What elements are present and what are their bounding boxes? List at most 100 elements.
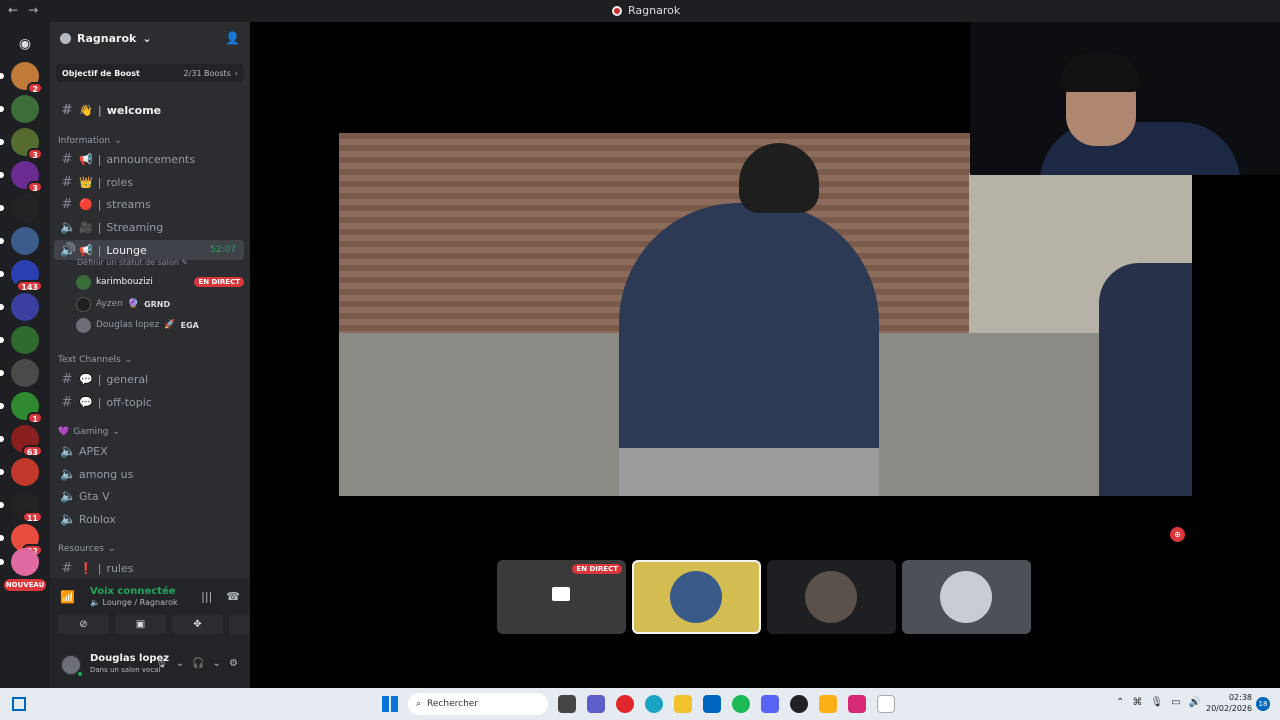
volume-icon[interactable]: 🔊	[1189, 697, 1201, 708]
channel-lounge[interactable]: 🔊 📢 | Lounge 52:07	[54, 240, 244, 260]
category-information[interactable]: Information ⌄	[58, 136, 122, 146]
channel-off-topic[interactable]: # 💬 | off-topic	[54, 392, 244, 412]
server-icon[interactable]	[0, 95, 39, 123]
rocket-icon: 🚀	[164, 320, 176, 330]
headphones-icon[interactable]: 🎧	[192, 658, 204, 669]
unread-indicator	[0, 304, 4, 310]
channel-status-prompt[interactable]: Définir un statut de salon ✎	[77, 258, 188, 267]
hash-icon: #	[61, 196, 73, 212]
chevron-down-icon: ⌄	[142, 31, 152, 45]
file-explorer-icon[interactable]	[674, 695, 692, 713]
category-resources[interactable]: Resources ⌄	[58, 544, 116, 554]
screen-share-button[interactable]: ▣	[115, 615, 166, 634]
discord-home-icon[interactable]: ◉	[11, 30, 39, 58]
windows-start-icon[interactable]	[382, 696, 398, 712]
live-stream-icon[interactable]: ⊕	[1170, 527, 1185, 542]
server-icon[interactable]	[0, 194, 39, 222]
activities-button[interactable]: ✥	[172, 615, 223, 634]
server-icon[interactable]	[0, 458, 39, 486]
notification-badge[interactable]: 18	[1256, 697, 1270, 711]
unread-indicator	[0, 139, 4, 145]
channel-rules[interactable]: # ❗ | rules	[54, 558, 244, 578]
github-icon[interactable]	[790, 695, 808, 713]
spotify-icon[interactable]	[732, 695, 750, 713]
add-member-icon[interactable]: 👤	[225, 31, 240, 45]
channel-roblox[interactable]: 🔈 Roblox	[54, 509, 244, 529]
server-icon[interactable]: 3	[0, 128, 43, 160]
channel-general[interactable]: # 💬 | general	[54, 369, 244, 389]
gear-icon[interactable]: ⚙	[229, 658, 238, 669]
voice-member[interactable]: Ayzen 🔮 GRND	[76, 295, 244, 313]
channel-announcements[interactable]: # 📢 | announcements	[54, 149, 244, 169]
display-icon[interactable]: ▭	[1171, 697, 1180, 708]
edge-icon[interactable]	[645, 695, 663, 713]
taskbar-search[interactable]: ⌕ Rechercher	[408, 693, 548, 715]
instagram-icon[interactable]	[848, 695, 866, 713]
channel-welcome[interactable]: # 👋 | welcome	[54, 100, 244, 120]
voice-location: 🔈 Lounge / Ragnarok	[90, 598, 178, 607]
participant-tile[interactable]	[902, 560, 1031, 634]
noise-suppression-icon[interactable]: |||	[201, 590, 212, 603]
unread-indicator	[0, 502, 4, 508]
chevron-up-icon[interactable]: ⌃	[1116, 697, 1124, 708]
category-text-channels[interactable]: Text Channels ⌄	[58, 355, 132, 365]
voice-member[interactable]: karimbouzizi EN DIRECT	[76, 273, 244, 291]
chevron-down-icon[interactable]: ⌄	[213, 658, 221, 669]
pencil-icon: ✎	[181, 258, 189, 267]
participant-tile[interactable]	[632, 560, 761, 634]
avatar	[76, 274, 91, 290]
network-icon[interactable]: ⌘	[1132, 697, 1142, 708]
mention-badge: 3	[27, 148, 43, 160]
task-view-icon[interactable]	[558, 695, 576, 713]
voice-connected-label[interactable]: Voix connectée	[90, 586, 176, 597]
rockstar-icon[interactable]	[819, 695, 837, 713]
server-icon[interactable]: 143	[0, 260, 43, 292]
server-icon[interactable]: 3	[0, 161, 43, 193]
server-icon[interactable]: 11	[0, 491, 43, 523]
server-icon[interactable]: 2	[0, 62, 43, 94]
participant-tile[interactable]	[767, 560, 896, 634]
channel-gta-v[interactable]: 🔈 Gta V	[54, 486, 244, 506]
channel-among-us[interactable]: 🔈 among us	[54, 464, 244, 484]
teams-icon[interactable]	[587, 695, 605, 713]
server-icon[interactable]	[0, 293, 39, 321]
notepad-icon[interactable]	[877, 695, 895, 713]
server-icon[interactable]	[0, 548, 39, 576]
clock[interactable]: 02:38 20/02/2026	[1206, 692, 1252, 714]
unread-indicator	[0, 271, 4, 277]
boost-goal[interactable]: Objectif de Boost 2/31 Boosts ›	[56, 64, 244, 82]
opera-icon[interactable]	[616, 695, 634, 713]
widgets-icon[interactable]	[12, 697, 26, 711]
discord-icon[interactable]	[761, 695, 779, 713]
server-icon[interactable]	[0, 227, 39, 255]
speaker-icon: 🔈	[60, 443, 77, 459]
back-arrow-icon[interactable]: ←	[8, 3, 18, 17]
channel-apex[interactable]: 🔈 APEX	[54, 441, 244, 461]
category-gaming[interactable]: 💜 Gaming ⌄	[58, 427, 120, 437]
guild-header[interactable]: Ragnarok ⌄ 👤	[50, 22, 250, 54]
forward-arrow-icon[interactable]: →	[28, 3, 38, 17]
stream-video[interactable]	[339, 133, 1192, 496]
channel-streaming[interactable]: 🔈 🎥 | Streaming	[54, 217, 244, 237]
server-icon[interactable]	[0, 326, 39, 354]
live-badge: EN DIRECT	[572, 564, 622, 574]
microphone-icon[interactable]: 🎙	[1150, 697, 1163, 708]
signal-icon[interactable]: 📶	[60, 590, 75, 604]
channel-roles[interactable]: # 👑 | roles	[54, 172, 244, 192]
microphone-icon[interactable]: 🎙	[155, 658, 168, 669]
server-icon[interactable]: 1	[0, 392, 43, 424]
channel-streams[interactable]: # 🔴 | streams	[54, 194, 244, 214]
video-person-head	[739, 143, 819, 213]
hash-icon: #	[61, 371, 73, 387]
store-icon[interactable]	[703, 695, 721, 713]
chevron-down-icon[interactable]: ⌄	[176, 658, 184, 669]
user-panel[interactable]: Douglas lopez Dans un salon vocal 🎙 ⌄ 🎧 …	[58, 648, 242, 680]
unread-indicator	[0, 535, 4, 541]
server-icon[interactable]: 63	[0, 425, 43, 457]
participant-tile[interactable]: EN DIRECT	[497, 560, 626, 634]
camera-off-button[interactable]: ⊘	[58, 615, 109, 634]
server-icon[interactable]	[0, 359, 39, 387]
voice-member[interactable]: Douglas lopez 🚀 EGA	[76, 316, 244, 334]
unread-indicator	[0, 73, 4, 79]
disconnect-icon[interactable]: ☎	[226, 590, 240, 603]
